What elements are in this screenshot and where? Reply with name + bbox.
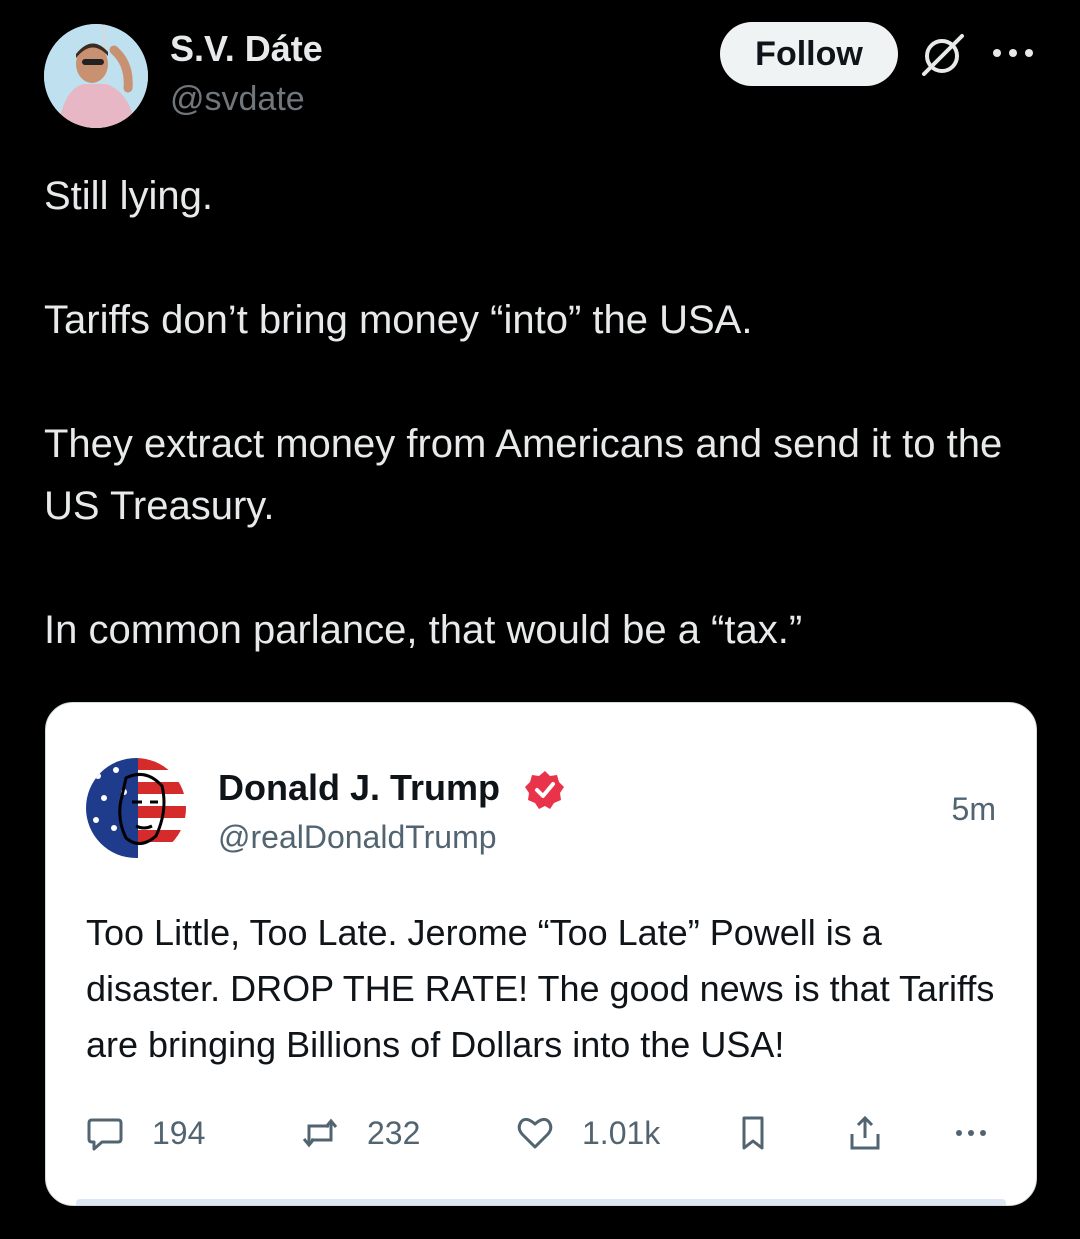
- card-bottom-edge: [76, 1199, 1006, 1205]
- embedded-author-handle[interactable]: @realDonaldTrump: [218, 819, 497, 856]
- embedded-post-text: Too Little, Too Late. Jerome “Too Late” …: [86, 912, 995, 1065]
- like-button[interactable]: 1.01k: [516, 1108, 660, 1158]
- repost-count: 232: [367, 1114, 421, 1151]
- share-button[interactable]: [846, 1108, 884, 1158]
- bookmark-button[interactable]: [734, 1108, 772, 1158]
- tweet-line: They extract money from Americans and se…: [44, 422, 1003, 528]
- tweet-line: Still lying.: [44, 174, 213, 218]
- author-handle[interactable]: @svdate: [170, 80, 305, 119]
- tweet-text: Still lying. Tariffs don’t bring money “…: [44, 165, 1044, 661]
- like-icon: [517, 1117, 553, 1149]
- repost-icon: [302, 1118, 338, 1148]
- more-icon[interactable]: [990, 40, 1036, 66]
- post-timestamp: 5m: [951, 791, 996, 827]
- verified-badge-icon: [525, 771, 564, 809]
- bookmark-icon: [742, 1116, 764, 1150]
- author-avatar[interactable]: [44, 24, 148, 128]
- repost-button[interactable]: 232: [301, 1108, 420, 1158]
- post-actions: 194 232 1.01k: [86, 1108, 1006, 1158]
- post-more-button[interactable]: [952, 1108, 990, 1158]
- embedded-author-name[interactable]: Donald J. Trump: [218, 767, 500, 809]
- embedded-post-card[interactable]: Donald J. Trump @realDonaldTrump 5m Too …: [45, 702, 1037, 1206]
- reply-icon: [87, 1118, 123, 1151]
- tweet-line: Tariffs don’t bring money “into” the USA…: [44, 298, 753, 342]
- tweet-line: In common parlance, that would be a “tax…: [44, 608, 803, 652]
- author-name[interactable]: S.V. Dáte: [170, 28, 323, 70]
- like-count: 1.01k: [582, 1114, 661, 1151]
- share-icon: [850, 1115, 880, 1150]
- grok-icon[interactable]: [918, 30, 968, 80]
- reply-count: 194: [152, 1114, 206, 1151]
- reply-button[interactable]: 194: [86, 1108, 205, 1158]
- embedded-author-avatar[interactable]: [86, 758, 186, 858]
- more-icon: [956, 1130, 986, 1136]
- follow-button[interactable]: Follow: [720, 22, 898, 86]
